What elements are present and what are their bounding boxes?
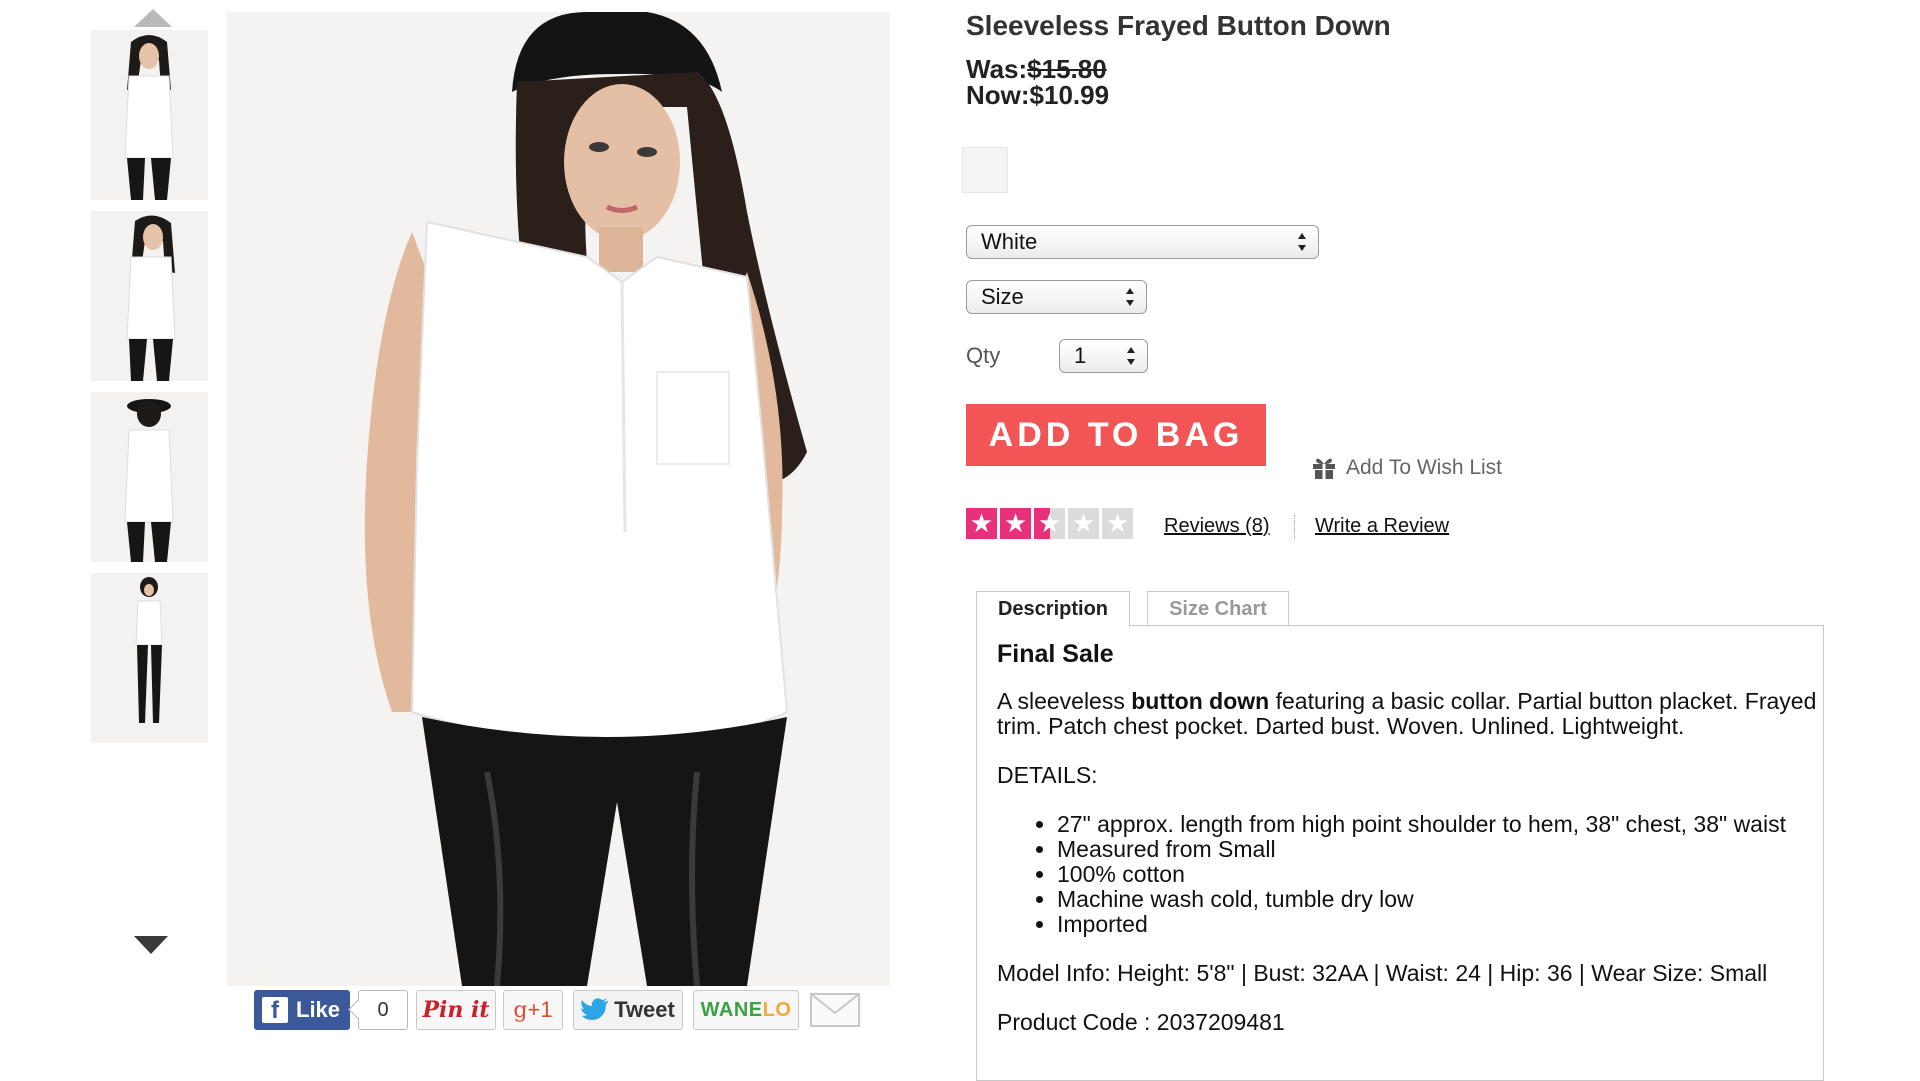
star-icon: ★	[1000, 508, 1031, 539]
envelope-icon	[810, 993, 860, 1027]
qty-select-value: 1	[1074, 343, 1087, 368]
pinterest-pin-button[interactable]: Pin it	[416, 990, 496, 1030]
color-select-value: White	[981, 229, 1038, 254]
google-plus-icon: g	[513, 997, 528, 1023]
thumbnail-scroll-down-icon[interactable]	[134, 936, 168, 954]
now-price: $10.99	[1029, 80, 1110, 110]
description-panel: Final Sale A sleeveless button down feat…	[976, 625, 1824, 1081]
facebook-like-label: Like	[296, 997, 341, 1022]
star-icon: ★	[1034, 508, 1065, 539]
write-review-link[interactable]: Write a Review	[1315, 515, 1449, 538]
wish-list-label: Add To Wish List	[1346, 456, 1503, 479]
wanelo-label-a: WANE	[700, 998, 763, 1021]
facebook-like-button[interactable]: f Like	[254, 990, 350, 1030]
color-select[interactable]: White	[966, 225, 1319, 259]
tweet-button[interactable]: Tweet	[573, 990, 683, 1030]
size-select[interactable]: Size	[966, 280, 1147, 314]
qty-label: Qty	[966, 343, 1001, 368]
add-to-bag-button[interactable]: ADD TO BAG	[966, 404, 1266, 466]
google-plus-button[interactable]: g +1	[503, 990, 563, 1030]
thumbnail-front-image	[124, 35, 174, 200]
thumbnail-full-body[interactable]	[91, 573, 208, 743]
gift-icon	[1313, 458, 1335, 479]
thumbnail-full-body-image	[135, 577, 163, 723]
star-icon: ★	[1068, 508, 1099, 539]
product-title: Sleeveless Frayed Button Down	[966, 10, 1391, 41]
details-label: DETAILS:	[997, 762, 1098, 788]
tab-description[interactable]: Description	[976, 591, 1130, 627]
tab-size-chart[interactable]: Size Chart	[1147, 591, 1289, 626]
facebook-like-count: 0	[358, 990, 408, 1030]
rating-stars: ★ ★ ★ ★ ★	[966, 508, 1133, 539]
final-sale-heading: Final Sale	[997, 640, 1114, 668]
wanelo-button[interactable]: WANE LO	[693, 990, 799, 1030]
thumbnail-angled-image	[126, 215, 176, 381]
list-item: Machine wash cold, tumble dry low	[1057, 887, 1817, 912]
size-select-value: Size	[981, 284, 1024, 309]
select-arrows-icon	[1127, 347, 1135, 365]
product-code: Product Code : 2037209481	[997, 1009, 1285, 1035]
tweet-label: Tweet	[614, 997, 675, 1022]
star-icon: ★	[966, 508, 997, 539]
facebook-icon: f	[262, 997, 288, 1023]
thumbnail-angled[interactable]	[91, 211, 208, 381]
now-price-row: Now:$10.99	[966, 80, 1109, 111]
list-item: Measured from Small	[1057, 837, 1817, 862]
now-price-label: Now:	[966, 80, 1030, 110]
color-swatch[interactable]	[962, 147, 1008, 193]
details-list: 27" approx. length from high point shoul…	[997, 812, 1817, 937]
list-item: Imported	[1057, 912, 1817, 937]
divider	[1294, 515, 1295, 539]
intro-bold: button down	[1131, 688, 1270, 714]
select-arrows-icon	[1126, 288, 1134, 306]
intro-text-a: A sleeveless	[997, 688, 1132, 714]
email-share-button[interactable]	[809, 990, 861, 1030]
list-item: 100% cotton	[1057, 862, 1817, 887]
star-icon: ★	[1102, 508, 1133, 539]
thumbnail-back[interactable]	[91, 392, 208, 562]
thumbnail-scroll-up-icon[interactable]	[134, 9, 172, 27]
model-illustration	[364, 12, 807, 986]
select-arrows-icon	[1298, 233, 1306, 251]
model-info: Model Info: Height: 5'8" | Bust: 32AA | …	[997, 960, 1768, 986]
list-item: 27" approx. length from high point shoul…	[1057, 812, 1817, 837]
description-intro: A sleeveless button down featuring a bas…	[997, 689, 1817, 739]
thumbnail-back-image	[124, 399, 174, 562]
main-product-image	[227, 12, 890, 986]
wanelo-label-b: LO	[762, 998, 792, 1021]
reviews-link[interactable]: Reviews (8)	[1164, 515, 1270, 538]
add-to-wish-list-link[interactable]: Add To Wish List	[1312, 456, 1502, 480]
twitter-bird-icon	[581, 998, 609, 1020]
qty-select[interactable]: 1	[1059, 339, 1148, 373]
google-plus-label: +1	[527, 997, 553, 1022]
thumbnail-front[interactable]	[91, 30, 208, 200]
